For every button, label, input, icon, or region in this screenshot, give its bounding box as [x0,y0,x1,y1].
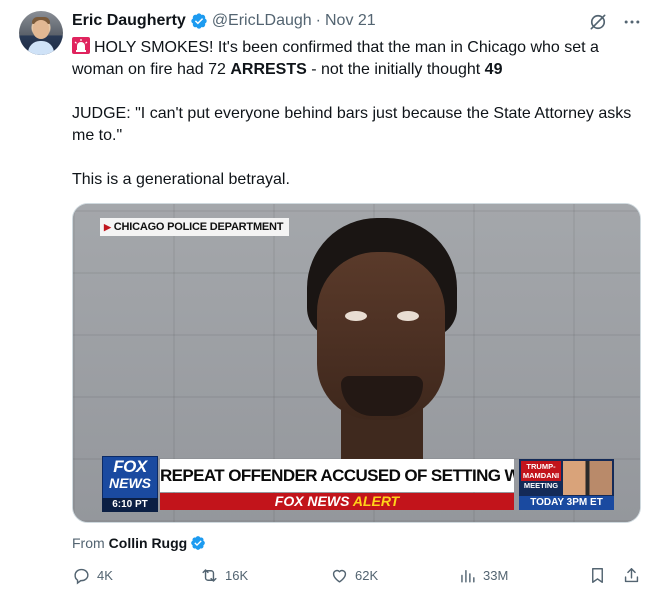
analytics-icon [461,570,475,583]
separator-dot: · [315,12,321,29]
tweet-text: HOLY SMOKES! It's been confirmed that th… [72,37,644,191]
grok-icon[interactable] [588,12,608,32]
like-button[interactable]: 62K [330,566,378,585]
news-headline: REPEAT OFFENDER ACCUSED OF SETTING WOMAN… [160,459,514,492]
bookmark-button[interactable] [588,566,607,585]
top-actions [588,12,642,32]
tweet-actions: 4K 16K 62K 33M [72,566,642,588]
person-eye-right [397,311,419,321]
mugshot-person [303,216,463,466]
more-options-icon[interactable] [622,12,642,32]
news-lower-third: FOX NEWS 6:10 PT REPEAT OFFENDER ACCUSED… [102,456,614,516]
share-button[interactable] [622,566,641,585]
tweet-text-bold-arrests: ARRESTS [230,61,307,78]
avatar-face [33,20,49,39]
attribution-source-link[interactable]: Collin Rugg [109,535,188,551]
fox-logo-top: FOX [113,457,147,476]
promo-tag: TRUMP-MAMDANI [521,461,561,481]
attribution-prefix: From [72,535,105,551]
tweet-text-bold-49: 49 [484,61,503,78]
fox-logo-bottom: NEWS [109,475,151,491]
video-attribution: From Collin Rugg [72,535,206,551]
tweet-paragraph-2: JUDGE: "I can't put everyone behind bars… [72,105,632,144]
source-chip-label: CHICAGO POLICE DEPARTMENT [113,221,284,233]
share-icon [624,568,639,583]
tweet-paragraph-3: This is a generational betrayal. [72,171,290,188]
tweet: Eric Daugherty @EricLDaugh · Nov 21 HOLY… [0,0,660,602]
tweet-date[interactable]: Nov 21 [325,12,376,30]
author-name[interactable]: Eric Daugherty [72,12,186,30]
heart-icon [332,569,347,583]
verified-badge-icon [190,535,206,551]
views-button[interactable]: 33M [458,566,508,585]
reply-icon [74,568,89,585]
tweet-video[interactable]: ▶ CHICAGO POLICE DEPARTMENT FOX NEWS 6:10… [72,203,641,523]
tweet-paragraph-1: HOLY SMOKES! It's been confirmed that th… [72,37,644,81]
news-alert-bar: FOX NEWS ALERT [160,493,514,510]
promo-meeting: MEETING [523,481,559,490]
avatar[interactable] [19,11,63,55]
person-eye-left [345,311,367,321]
reply-count: 4K [97,568,113,583]
promo-faces-image [563,461,612,495]
source-chip: ▶ CHICAGO POLICE DEPARTMENT [100,218,290,236]
alert-part-1: FOX NEWS [274,493,353,509]
repost-count: 16K [225,568,249,583]
tweet-text-mid: - not the initially thought [306,61,485,78]
chip-triangle-icon: ▶ [104,222,111,232]
bookmark-icon [592,568,603,583]
repost-icon [202,569,217,582]
network-time: 6:10 PT [102,498,158,512]
siren-icon [72,37,90,54]
alert-part-2: ALERT [352,493,400,509]
tweet-header: Eric Daugherty @EricLDaugh · Nov 21 [72,12,376,30]
author-handle[interactable]: @EricLDaugh [212,12,312,30]
like-count: 62K [355,568,379,583]
reply-button[interactable]: 4K [72,566,113,585]
avatar-shirt [28,41,54,55]
view-count: 33M [483,568,509,583]
verified-badge-icon[interactable] [190,12,208,30]
promo-time: TODAY 3PM ET [519,496,614,510]
repost-button[interactable]: 16K [200,566,248,585]
news-promo: TRUMP-MAMDANI MEETING TODAY 3PM ET [519,459,614,510]
